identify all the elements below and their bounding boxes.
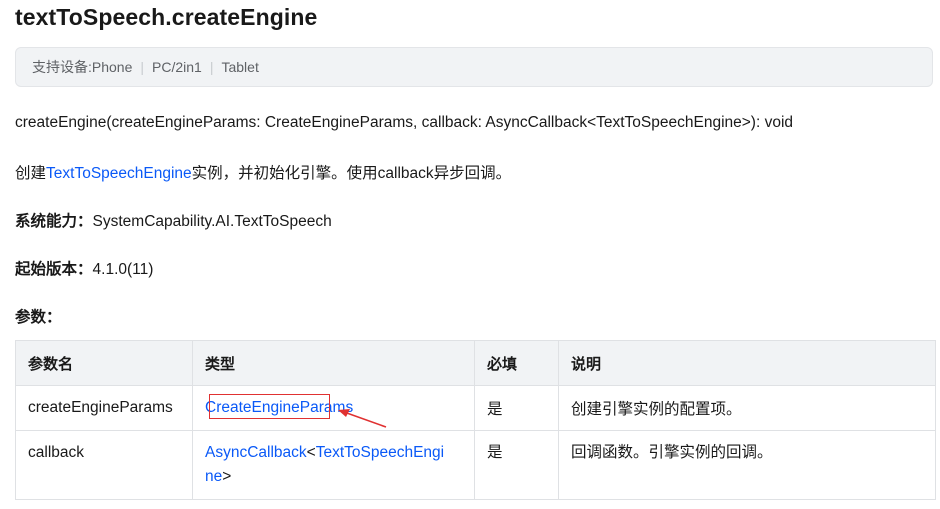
param-description: 回调函数。引擎实例的回调。 (558, 430, 936, 500)
header-type: 类型 (192, 340, 475, 386)
param-type: CreateEngineParams (192, 385, 475, 431)
param-name: callback (15, 430, 193, 500)
since-version: 起始版本：4.1.0(11) (15, 257, 153, 279)
param-name: createEngineParams (15, 385, 193, 431)
texttospeechengine-type-link[interactable]: TextToSpeechEngi (316, 444, 444, 461)
divider: | (209, 59, 214, 75)
params-table: 参数名 类型 必填 说明 createEngineParams CreateEn… (15, 340, 936, 500)
param-required: 是 (474, 385, 559, 431)
type-lt: < (306, 444, 316, 461)
table-header-row: 参数名 类型 必填 说明 (15, 340, 936, 386)
header-name: 参数名 (15, 340, 193, 386)
description: 创建TextToSpeechEngine实例，并初始化引擎。使用callback… (15, 161, 511, 183)
page-title: textToSpeech.createEngine (15, 4, 318, 30)
device-pc: PC/2in1 (152, 59, 202, 75)
param-required: 是 (474, 430, 559, 500)
header-description: 说明 (558, 340, 936, 386)
type-gt: > (222, 468, 232, 485)
texttospeechengine-type-link-cont[interactable]: ne (205, 468, 222, 485)
param-description: 创建引擎实例的配置项。 (558, 385, 936, 431)
device-tablet: Tablet (221, 59, 259, 75)
params-heading: 参数： (15, 309, 62, 326)
header-required: 必填 (474, 340, 559, 386)
capability-label: 系统能力： (15, 213, 93, 230)
capability-value: SystemCapability.AI.TextToSpeech (92, 213, 332, 230)
function-signature: createEngine(createEngineParams: CreateE… (15, 114, 794, 131)
createengineparams-link[interactable]: CreateEngineParams (205, 399, 353, 416)
since-label: 起始版本： (15, 261, 93, 278)
devices-prefix: 支持设备: (32, 59, 92, 75)
table-row: callback AsyncCallback<TextToSpeechEngi n… (15, 430, 936, 500)
table-row: createEngineParams CreateEngineParams 是 … (15, 385, 936, 431)
description-before: 创建 (15, 165, 47, 182)
divider: | (140, 59, 145, 75)
asynccallback-link[interactable]: AsyncCallback (205, 444, 307, 461)
param-type: AsyncCallback<TextToSpeechEngi ne> (192, 430, 475, 500)
device-phone: Phone (91, 59, 133, 75)
texttospeechengine-link[interactable]: TextToSpeechEngine (46, 165, 192, 182)
since-value: 4.1.0(11) (92, 261, 154, 278)
system-capability: 系统能力：SystemCapability.AI.TextToSpeech (15, 209, 332, 231)
description-after: 实例，并初始化引擎。使用callback异步回调。 (191, 165, 512, 182)
supported-devices-bar: 支持设备: Phone | PC/2in1 | Tablet (15, 47, 933, 87)
